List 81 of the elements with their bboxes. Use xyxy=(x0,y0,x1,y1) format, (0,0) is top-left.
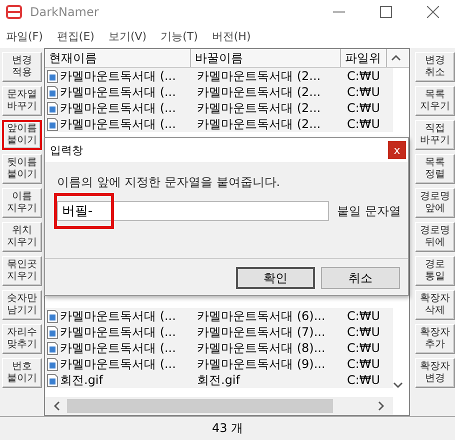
close-icon[interactable] xyxy=(427,6,439,18)
table-cell-text: C:₩U xyxy=(347,68,382,84)
file-icon xyxy=(47,70,58,82)
table-cell-text: C:₩U xyxy=(347,356,382,372)
file-icon xyxy=(47,374,58,386)
table-cell-text: 카멜마운트독서대 (... xyxy=(60,100,177,116)
dialog-button[interactable]: 취소 xyxy=(321,267,400,289)
file-icon xyxy=(47,326,58,338)
table-cell-text: 카멜마운트독서대 (9)... xyxy=(196,356,326,372)
table-cell-text: C:₩U xyxy=(347,84,382,100)
table-cell-text: 회전.gif xyxy=(60,372,104,388)
scroll-right-icon[interactable] xyxy=(377,401,385,411)
table-cell-text: 카멜마운트독서대 (8)... xyxy=(196,340,326,356)
table-cell-text: 카멜마운트독서대 (6)... xyxy=(196,308,326,324)
item-count: 43 개 xyxy=(212,420,244,436)
table-cell-text: 카멜마운트독서대 (... xyxy=(60,324,177,340)
side-button[interactable]: 자리수 맞추기 xyxy=(2,324,42,354)
side-button[interactable]: 확장자 삭제 xyxy=(415,290,455,320)
input-field[interactable]: 버필- xyxy=(57,201,329,221)
side-button[interactable]: 번호 붙이기 xyxy=(2,358,42,388)
table-cell-text: C:₩U xyxy=(347,340,382,356)
side-button[interactable]: 변경 취소 xyxy=(415,52,455,82)
side-button[interactable]: 경로명 뒤에 xyxy=(415,222,455,252)
side-button[interactable]: 목록 지우기 xyxy=(415,86,455,116)
scroll-left-icon[interactable] xyxy=(53,401,61,411)
field-label: 붙일 문자열 xyxy=(337,202,401,220)
table-cell-text: 카멜마운트독서대 (... xyxy=(60,308,177,324)
menu-item[interactable]: 기능(T) xyxy=(160,28,198,44)
window-title: DarkNamer xyxy=(30,5,99,19)
side-button[interactable]: 위치 지우기 xyxy=(2,222,42,252)
side-button[interactable]: 확장자 추가 xyxy=(415,324,455,354)
menu-item[interactable]: 버전(H) xyxy=(212,28,251,44)
file-icon xyxy=(47,118,58,130)
file-icon xyxy=(47,342,58,354)
menu-item[interactable]: 파일(F) xyxy=(6,28,43,44)
table-cell-text: 카멜마운트독서대 (2... xyxy=(196,116,322,132)
side-button[interactable]: 확장자 변경 xyxy=(415,358,455,388)
scroll-down-icon[interactable] xyxy=(393,381,403,389)
column-header[interactable]: 바꿀이름 xyxy=(191,49,341,67)
side-button[interactable]: 뒷이름 붙이기 xyxy=(2,154,42,184)
table-cell-text: 카멜마운트독서대 (2... xyxy=(196,100,322,116)
table-cell-text: C:₩U xyxy=(347,116,382,132)
side-button[interactable]: 목록 정렬 xyxy=(415,154,455,184)
app-icon xyxy=(6,5,22,19)
table-cell-text: C:₩U xyxy=(347,308,382,324)
file-icon xyxy=(47,310,58,322)
side-button[interactable]: 묶인곳 지우기 xyxy=(2,256,42,286)
table-cell-text: 카멜마운트독서대 (2... xyxy=(196,84,322,100)
side-button[interactable]: 문자열 바꾸기 xyxy=(2,86,42,116)
file-icon xyxy=(47,102,58,114)
column-header[interactable]: 현재이름 xyxy=(45,49,191,67)
close-button[interactable]: x xyxy=(388,141,406,159)
dialog-message: 이름의 앞에 지정한 문자열을 붙여줍니다. xyxy=(57,175,280,189)
scrollbar-thumb[interactable] xyxy=(67,399,333,413)
table-cell-text: 카멜마운트독서대 (... xyxy=(60,68,177,84)
file-icon xyxy=(47,358,58,370)
table-cell-text: C:₩U xyxy=(347,100,382,116)
side-button[interactable]: 경로명 앞에 xyxy=(415,188,455,218)
table-cell-text: 회전.gif xyxy=(196,372,242,388)
table-cell-text: C:₩U xyxy=(347,324,382,340)
menu-item[interactable]: 보기(V) xyxy=(108,28,147,44)
file-icon xyxy=(47,86,58,98)
menu-item[interactable]: 편집(E) xyxy=(56,28,94,44)
table-cell-text: 카멜마운트독서대 (... xyxy=(60,116,177,132)
scroll-up-icon[interactable] xyxy=(391,54,401,62)
table-cell-text: 카멜마운트독서대 (2... xyxy=(196,68,322,84)
dialog-button[interactable]: 확인 xyxy=(236,267,315,289)
side-button[interactable]: 직접 바꾸기 xyxy=(415,120,455,150)
side-button[interactable]: 앞이름 붙이기 xyxy=(2,120,42,150)
column-header[interactable]: 파일위 xyxy=(341,49,387,67)
table-cell-text: 카멜마운트독서대 (... xyxy=(60,84,177,100)
side-button[interactable]: 숫자만 남기기 xyxy=(2,290,42,320)
side-button[interactable]: 경로 통일 xyxy=(415,256,455,286)
table-cell-text: 카멜마운트독서대 (... xyxy=(60,356,177,372)
dialog-title: 입력창 xyxy=(50,142,83,158)
table-cell-text: 카멜마운트독서대 (7)... xyxy=(196,324,326,340)
side-button[interactable]: 이름 지우기 xyxy=(2,188,42,218)
table-cell-text: 카멜마운트독서대 (... xyxy=(60,340,177,356)
maximize-icon[interactable] xyxy=(380,6,392,18)
table-cell-text: C:₩U xyxy=(347,372,382,388)
side-button[interactable]: 변경 적용 xyxy=(2,52,42,82)
